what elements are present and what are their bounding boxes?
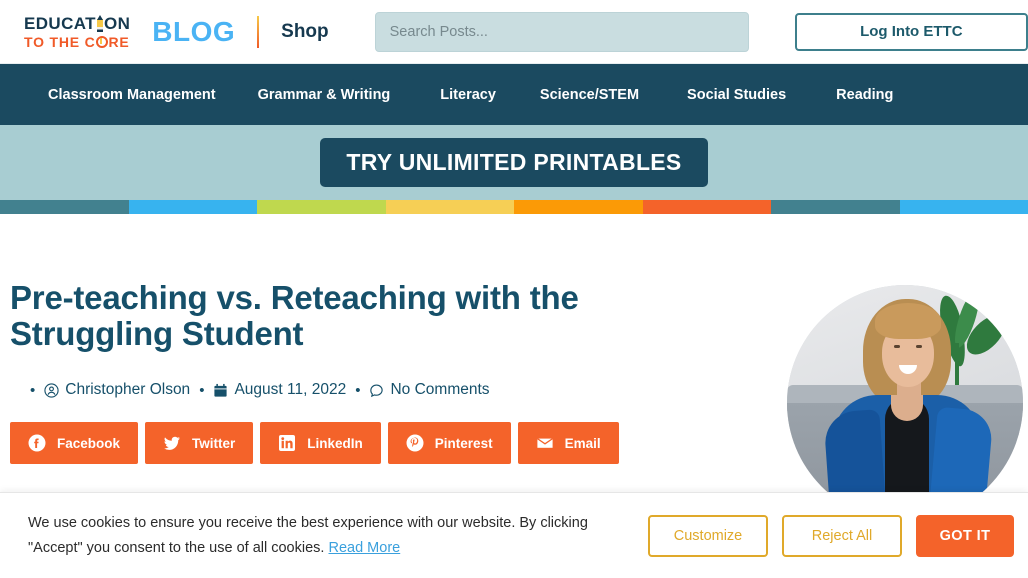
logo-main-pre: EDUCAT — [24, 13, 96, 33]
meta-bullet-1: • — [30, 381, 36, 399]
stripe-segment-5 — [514, 200, 643, 214]
cookie-actions: Customize Reject All GOT IT — [648, 514, 1014, 557]
page-title: Pre-teaching vs. Reteaching with the Str… — [10, 279, 579, 352]
site-header: EDUCAT ON TO THE C RE BLOG Shop Log Into… — [0, 0, 1028, 64]
color-stripe — [0, 200, 1028, 214]
try-unlimited-printables-button[interactable]: TRY UNLIMITED PRINTABLES — [320, 138, 708, 187]
share-email-button[interactable]: Email — [517, 422, 619, 465]
nav-item-literacy[interactable]: Literacy — [440, 87, 496, 103]
search-input[interactable] — [374, 11, 749, 52]
linkedin-icon — [278, 434, 296, 452]
core-circle-icon — [95, 35, 108, 48]
login-button[interactable]: Log Into ETTC — [794, 12, 1028, 51]
share-facebook-label: Facebook — [57, 435, 121, 451]
logo-tothecore-text: TO THE C RE — [24, 35, 130, 49]
share-email-label: Email — [564, 435, 601, 451]
stripe-segment-8 — [899, 200, 1028, 214]
stripe-segment-4 — [385, 200, 514, 214]
share-facebook-button[interactable]: Facebook — [10, 422, 139, 465]
header-divider — [257, 15, 260, 48]
email-icon — [536, 434, 554, 452]
nav-item-social-studies[interactable]: Social Studies — [687, 87, 786, 103]
stripe-segment-7 — [771, 200, 900, 214]
cookie-message: We use cookies to ensure you receive the… — [28, 511, 634, 561]
nav-item-science-stem[interactable]: Science/STEM — [540, 87, 639, 103]
nav-list: Classroom Management Grammar & Writing L… — [0, 87, 1028, 103]
promo-banner: TRY UNLIMITED PRINTABLES — [0, 125, 1028, 200]
search-wrapper — [374, 11, 749, 52]
post-comments-label: No Comments — [390, 381, 490, 399]
share-twitter-button[interactable]: Twitter — [145, 422, 254, 465]
pinterest-icon — [406, 434, 424, 452]
cookie-consent-banner: We use cookies to ensure you receive the… — [0, 492, 1028, 578]
stripe-segment-2 — [128, 200, 257, 214]
share-pinterest-label: Pinterest — [434, 435, 493, 451]
cookie-read-more-link[interactable]: Read More — [328, 540, 400, 556]
logo-sub-pre: TO THE C — [24, 33, 96, 50]
logo-sub-post: RE — [108, 33, 130, 50]
calendar-icon — [213, 383, 228, 398]
facebook-icon — [28, 434, 46, 452]
share-linkedin-button[interactable]: LinkedIn — [260, 422, 381, 465]
nav-item-reading[interactable]: Reading — [836, 87, 893, 103]
shop-link[interactable]: Shop — [281, 21, 329, 43]
stripe-segment-3 — [257, 200, 386, 214]
comment-icon — [369, 383, 384, 398]
nav-item-classroom-management[interactable]: Classroom Management — [48, 87, 216, 103]
post-author-label: Christopher Olson — [65, 381, 191, 399]
nav-item-grammar-writing[interactable]: Grammar & Writing — [258, 87, 391, 103]
pencil-icon — [96, 14, 103, 32]
cookie-customize-button[interactable]: Customize — [648, 514, 768, 557]
cookie-message-line2: you consent to the use of all cookies. — [86, 539, 325, 556]
stripe-segment-1 — [0, 200, 129, 214]
photo-eye-right — [916, 345, 922, 348]
user-circle-icon — [44, 383, 59, 398]
twitter-icon — [163, 434, 181, 452]
logo-main-post: ON — [103, 13, 131, 33]
post-author[interactable]: Christopher Olson — [44, 381, 190, 399]
share-linkedin-label: LinkedIn — [307, 435, 363, 451]
stripe-segment-6 — [642, 200, 771, 214]
cookie-reject-all-button[interactable]: Reject All — [782, 514, 902, 557]
meta-bullet-2: • — [199, 381, 205, 399]
site-logo[interactable]: EDUCAT ON TO THE C RE — [24, 13, 131, 49]
photo-eye-left — [894, 345, 900, 348]
share-pinterest-button[interactable]: Pinterest — [387, 422, 511, 465]
post-date-label: August 11, 2022 — [234, 381, 347, 399]
meta-bullet-3: • — [355, 381, 361, 399]
cookie-accept-button[interactable]: GOT IT — [916, 514, 1014, 557]
photo-hair-front — [875, 303, 941, 339]
share-twitter-label: Twitter — [192, 435, 236, 451]
author-headshot — [787, 285, 1023, 521]
page-root: EDUCAT ON TO THE C RE BLOG Shop Log Into… — [0, 0, 1028, 578]
main-navigation: Classroom Management Grammar & Writing L… — [0, 64, 1028, 125]
blog-label[interactable]: BLOG — [152, 16, 235, 48]
logo-education-text: EDUCAT ON — [24, 13, 131, 33]
post-date[interactable]: August 11, 2022 — [213, 381, 346, 399]
post-comments[interactable]: No Comments — [369, 381, 490, 399]
